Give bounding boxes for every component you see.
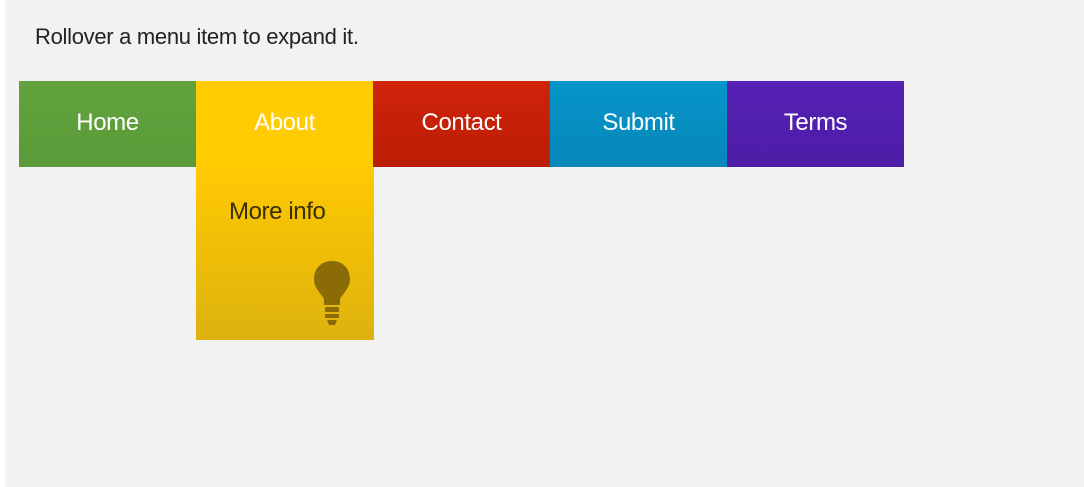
about-dropdown[interactable]: More info xyxy=(196,167,374,340)
lightbulb-icon xyxy=(314,261,350,325)
menu-item-submit[interactable]: Submit xyxy=(550,81,727,167)
menu-item-home[interactable]: Home xyxy=(19,81,196,167)
menu-item-about[interactable]: About xyxy=(196,81,373,167)
content-panel: Rollover a menu item to expand it. xyxy=(5,0,1084,487)
menu-item-terms[interactable]: Terms xyxy=(727,81,904,167)
dropdown-more-info[interactable]: More info xyxy=(229,198,326,226)
main-menu: Home About Contact Submit Terms xyxy=(19,81,904,167)
instruction-text: Rollover a menu item to expand it. xyxy=(35,24,359,49)
menu-item-contact[interactable]: Contact xyxy=(373,81,550,167)
